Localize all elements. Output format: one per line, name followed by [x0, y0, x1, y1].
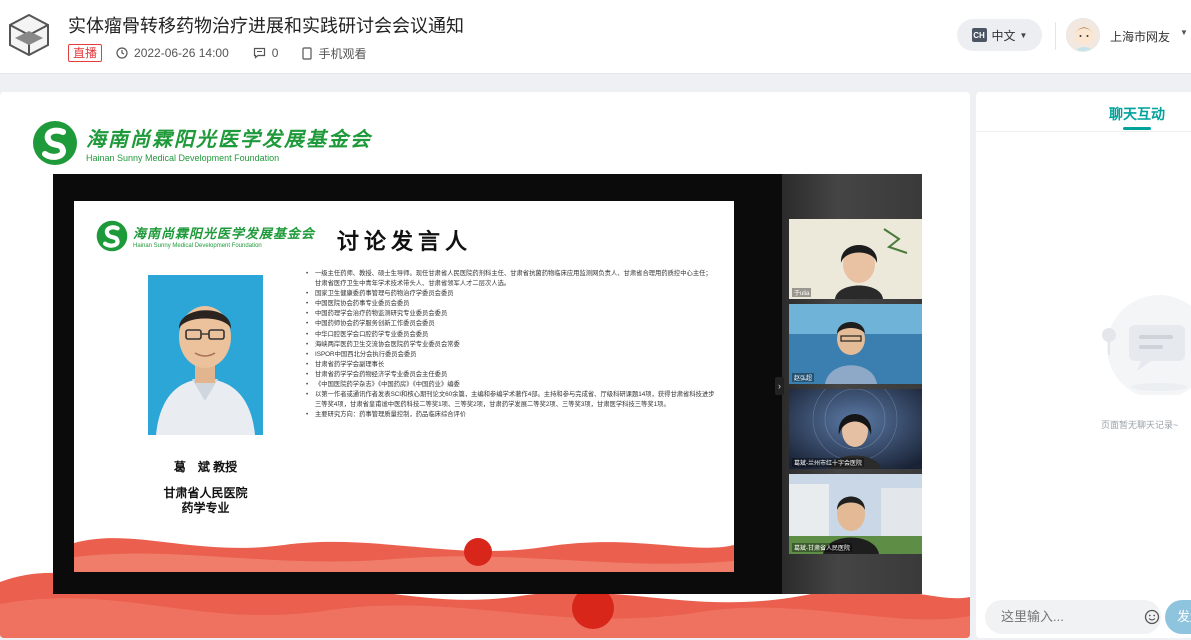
empty-chat-icon: [1093, 295, 1191, 399]
slide-foundation-name-cn: 海南尚霖阳光医学发展基金会: [133, 227, 316, 242]
foundation-name-cn: 海南尚霖阳光医学发展基金会: [86, 127, 372, 151]
empty-chat-message: 页面暂无聊天记录~: [1101, 420, 1179, 430]
username[interactable]: 上海市网友: [1110, 28, 1170, 45]
foundation-name-en: Hainan Sunny Medical Development Foundat…: [86, 153, 280, 163]
mobile-watch-text: 手机观看: [318, 46, 367, 61]
participant-label: 葛斌-兰州市红十字会医院: [792, 458, 864, 467]
event-meta: 直播 2022-06-26 14:00 0 手机观看: [68, 43, 390, 63]
language-flag-icon: CH: [971, 28, 987, 42]
chevron-right-icon[interactable]: ›: [775, 377, 784, 395]
slide-title: 讨论发言人: [337, 229, 473, 254]
event-logo-icon: [6, 12, 52, 58]
participant-label: 葛斌-甘肃省人民医院: [792, 543, 852, 552]
participant-tile[interactable]: 于ulia: [789, 219, 922, 299]
comment-icon: [253, 47, 265, 59]
bio-item: 中华口腔医学会口腔药学专业委员会委员: [306, 330, 716, 340]
bio-item: ISPOR中国西北分会执行委员会委员: [306, 350, 716, 360]
datetime-text: 2022-06-26 14:00: [134, 46, 229, 60]
comment-count[interactable]: 0: [253, 46, 279, 60]
emoji-icon[interactable]: [1144, 609, 1160, 625]
mobile-watch-link[interactable]: 手机观看: [302, 45, 366, 62]
bio-item: 甘肃省药学学会副理事长: [306, 360, 716, 370]
bio-item: 中国药师协会药学服务创新工作委员会委员: [306, 319, 716, 329]
participant-tile[interactable]: 赵弘超: [789, 304, 922, 384]
bio-item: 甘肃省药学学会药物经济学专业委员会主任委员: [306, 370, 716, 380]
page-title: 实体瘤骨转移药物治疗进展和实践研讨会会议通知: [68, 16, 464, 36]
slide-foundation-logo: 海南尚霖阳光医学发展基金会 Hainan Sunny Medical Devel…: [96, 220, 315, 252]
shared-screen: 海南尚霖阳光医学发展基金会 Hainan Sunny Medical Devel…: [53, 174, 922, 594]
slide-red-decoration: [74, 538, 734, 572]
bio-item: 海峡两岸医药卫生交流协会医院药学专业委员会常委: [306, 340, 716, 350]
user-menu-chevron-icon[interactable]: ▼: [1180, 28, 1188, 37]
chat-tabs: 聊天互动: [976, 92, 1191, 132]
speaker-portrait: [148, 275, 263, 435]
send-button[interactable]: 发送: [1165, 600, 1191, 634]
foundation-emblem-icon: [33, 121, 77, 165]
clock-icon: [116, 47, 128, 59]
top-header: 实体瘤骨转移药物治疗进展和实践研讨会会议通知 直播 2022-06-26 14:…: [0, 0, 1191, 74]
participant-label: 赵弘超: [792, 373, 815, 382]
bio-item: 以第一作者或通讯作者发表SCI和核心期刊论文60余篇，主编和参编学术著作4部。主…: [306, 390, 716, 410]
chat-input[interactable]: [985, 600, 1161, 634]
bio-item: 国家卫生健康委药事管理与药物治疗学委员会委员: [306, 289, 716, 299]
presentation-slide: 海南尚霖阳光医学发展基金会 Hainan Sunny Medical Devel…: [74, 201, 734, 572]
bio-item: 中国医院协会药事专业委员会委员: [306, 299, 716, 309]
bio-item: 《中国医院药学杂志》《中国药房》《中国药业》编委: [306, 380, 716, 390]
comment-count-text: 0: [271, 46, 279, 60]
participant-tile[interactable]: 葛斌-兰州市红十字会医院: [789, 389, 922, 469]
phone-icon: [302, 46, 313, 60]
speaker-bio-list: 一级主任药师、教授、硕士生导师。现任甘肃省人民医院药剂科主任、甘肃省抗菌药物临床…: [306, 269, 716, 421]
tab-chat-interaction[interactable]: 聊天互动: [1109, 104, 1165, 124]
event-datetime: 2022-06-26 14:00: [116, 46, 229, 60]
foundation-emblem-icon: [96, 220, 128, 252]
avatar[interactable]: [1066, 18, 1100, 52]
foundation-logo: 海南尚霖阳光医学发展基金会 Hainan Sunny Medical Devel…: [32, 120, 372, 166]
tab-active-indicator: [1123, 127, 1151, 130]
slide-foundation-name-en: Hainan Sunny Medical Development Foundat…: [133, 243, 262, 249]
speaker-org: 甘肃省人民医院 药学专业: [148, 486, 263, 516]
language-switch[interactable]: CH 中文 ▼: [957, 19, 1042, 51]
speaker-org-line1: 甘肃省人民医院: [163, 486, 248, 500]
video-player[interactable]: 海南尚霖阳光医学发展基金会 Hainan Sunny Medical Devel…: [0, 92, 970, 638]
speaker-name: 葛 斌 教授: [173, 460, 238, 474]
live-badge: 直播: [68, 44, 103, 62]
participant-tile[interactable]: 葛斌-甘肃省人民医院: [789, 474, 922, 554]
speaker-org-line2: 药学专业: [181, 501, 230, 515]
chat-panel: 聊天互动 页面暂无聊天记录~ 发送: [976, 92, 1191, 638]
header-divider: [1055, 22, 1056, 50]
chevron-down-icon: ▼: [1019, 30, 1028, 40]
bio-item: 一级主任药师、教授、硕士生导师。现任甘肃省人民医院药剂科主任、甘肃省抗菌药物临床…: [306, 269, 716, 289]
bio-item: 中国药理学会治疗药物监测研究专业委员会委员: [306, 309, 716, 319]
bio-item: 主要研究方向：药事管理质量控制，药品临床综合评价: [306, 410, 716, 420]
participant-label: 于ulia: [792, 288, 812, 297]
language-label: 中文: [991, 28, 1016, 43]
